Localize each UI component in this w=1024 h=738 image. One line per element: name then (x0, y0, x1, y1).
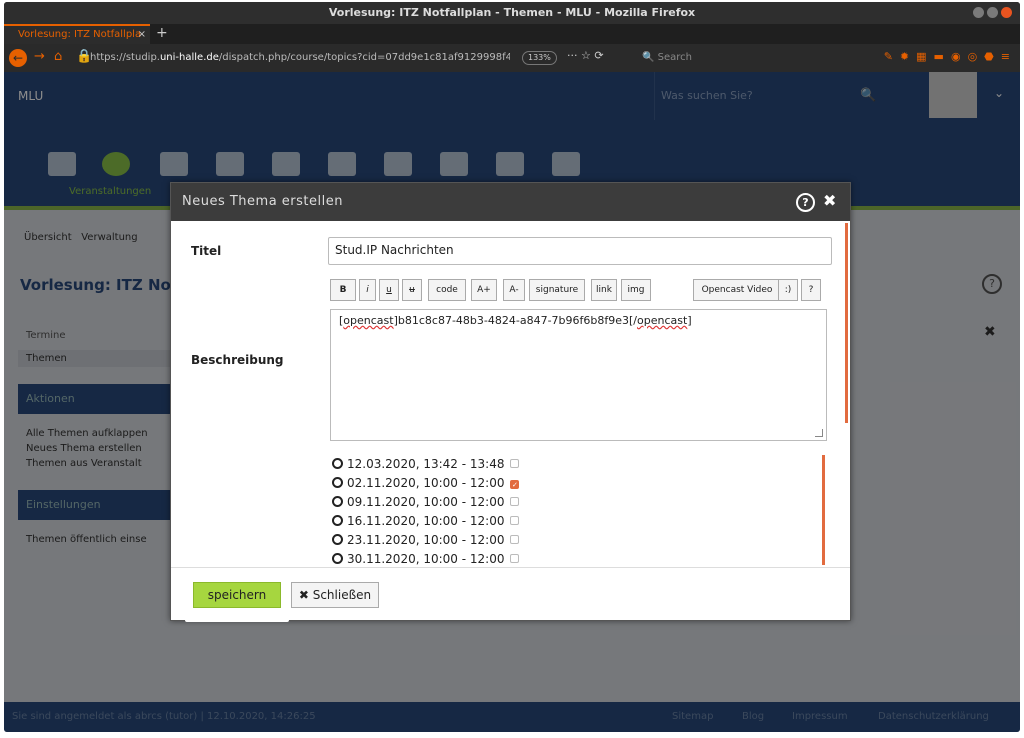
addon-icon[interactable]: ◎ (968, 50, 978, 63)
toolbar-button[interactable]: ? (801, 279, 821, 301)
clock-icon (332, 534, 343, 545)
date-label: 23.11.2020, 10:00 - 12:00 (347, 533, 505, 547)
date-checkbox[interactable] (510, 459, 520, 468)
forward-icon[interactable]: → (34, 49, 45, 64)
resize-handle[interactable] (815, 429, 823, 437)
maximize-button[interactable] (987, 7, 998, 18)
url-field[interactable]: https://studip.uni-halle.de/dispatch.php… (90, 49, 510, 67)
navigation-bar: ← → ⌂ 🔒 https://studip.uni-halle.de/disp… (4, 44, 1020, 72)
scrollbar[interactable] (845, 223, 848, 423)
addon-icons: ✎ ✹ ▦ ▬ ◉ ◎ ⬣ ≡ (884, 50, 1010, 63)
desc-tag-open: opencast (343, 314, 394, 327)
date-list: 12.03.2020, 13:42 - 13:48 02.11.2020, 10:… (330, 455, 830, 567)
date-checkbox[interactable]: ✓ (510, 480, 520, 489)
menu-icon[interactable]: ≡ (1001, 50, 1010, 63)
toolbar-button[interactable]: img (621, 279, 651, 301)
dialog-title: Neues Thema erstellen (171, 183, 850, 221)
date-row[interactable]: 23.11.2020, 10:00 - 12:00 (330, 531, 830, 550)
window-close-button[interactable] (1001, 7, 1012, 18)
date-row[interactable]: 12.03.2020, 13:42 - 13:48 (330, 455, 830, 474)
close-button-label: Schließen (312, 588, 372, 602)
titel-label: Titel (191, 244, 222, 258)
tab-label: Vorlesung: ITZ Notfallpla (18, 29, 142, 40)
date-checkbox[interactable] (510, 535, 520, 544)
tab-close-icon[interactable]: × (138, 26, 146, 43)
date-row[interactable]: 02.11.2020, 10:00 - 12:00 ✓ (330, 474, 830, 493)
adblock-icon[interactable]: ⬣ (984, 50, 994, 63)
toolbar-button[interactable]: code (428, 279, 466, 301)
toolbar-button[interactable]: A+ (471, 279, 497, 301)
date-label: 09.11.2020, 10:00 - 12:00 (347, 495, 505, 509)
home-icon[interactable]: ⌂ (54, 49, 62, 64)
tab-bar: Vorlesung: ITZ Notfallpla × + (4, 24, 1020, 44)
clock-icon (332, 496, 343, 507)
date-label: 12.03.2020, 13:42 - 13:48 (347, 457, 505, 471)
new-tab-button[interactable]: + (156, 24, 168, 42)
clock-icon (332, 477, 343, 488)
minimize-button[interactable] (973, 7, 984, 18)
date-checkbox[interactable] (510, 516, 520, 525)
date-label: 02.11.2020, 10:00 - 12:00 (347, 476, 505, 490)
close-icon[interactable]: ✖ (823, 191, 836, 210)
addon-icon[interactable]: ✹ (900, 50, 909, 63)
window-title: Vorlesung: ITZ Notfallplan - Themen - ML… (328, 6, 696, 19)
back-button[interactable]: ← (9, 49, 27, 67)
toolbar-button[interactable]: u (379, 279, 399, 301)
save-button[interactable]: speichern (193, 582, 281, 608)
close-icon: ✖ (298, 588, 313, 602)
addon-icon[interactable]: ◉ (951, 50, 961, 63)
toolbar-button[interactable]: Opencast Video (693, 279, 781, 301)
date-row[interactable]: 16.11.2020, 10:00 - 12:00 (330, 512, 830, 531)
date-checkbox[interactable] (510, 554, 520, 563)
date-list-scrollbar[interactable] (822, 455, 825, 565)
toolbar-button[interactable]: u (402, 279, 422, 301)
clock-icon (332, 458, 343, 469)
date-label: 16.11.2020, 10:00 - 12:00 (347, 514, 505, 528)
toolbar-button[interactable]: B (330, 279, 356, 301)
date-row[interactable]: 30.11.2020, 10:00 - 12:00 (330, 550, 830, 567)
dialog-footer: speichern ✖ Schließen (171, 567, 850, 622)
desc-tag-close: opencast (637, 314, 688, 327)
date-row[interactable]: 09.11.2020, 10:00 - 12:00 (330, 493, 830, 512)
date-label: 30.11.2020, 10:00 - 12:00 (347, 552, 505, 566)
toolbar-button[interactable]: A- (503, 279, 525, 301)
description-textarea[interactable]: [opencast]b81c8c87-48b3-4824-a847-7b96f6… (330, 309, 827, 441)
desc-body: ]b81c8c87-48b3-4824-a847-7b96f6b8f9e3[/ (393, 314, 638, 327)
clock-icon (332, 515, 343, 526)
search-input[interactable]: 🔍 Search (642, 49, 822, 67)
help-icon[interactable]: ? (796, 193, 815, 212)
addon-icon[interactable]: ▬ (934, 50, 944, 63)
addon-icon[interactable]: ✎ (884, 50, 893, 63)
window-titlebar: Vorlesung: ITZ Notfallplan - Themen - ML… (4, 2, 1020, 24)
browser-tab[interactable]: Vorlesung: ITZ Notfallpla × (4, 24, 150, 44)
toolbar-button[interactable]: signature (529, 279, 585, 301)
window-controls (973, 7, 1012, 18)
desc-bracket-close: ] (687, 314, 692, 327)
zoom-level[interactable]: 133% (522, 51, 557, 65)
browser-window: Vorlesung: ITZ Notfallplan - Themen - ML… (4, 2, 1020, 732)
addon-icon[interactable]: ▦ (916, 50, 926, 63)
page-actions-icon[interactable]: ··· ☆ ⟳ (567, 49, 604, 62)
close-button[interactable]: ✖ Schließen (291, 582, 379, 608)
toolbar-button[interactable]: i (359, 279, 376, 301)
new-topic-dialog: Neues Thema erstellen ? ✖ Titel Stud.IP … (170, 182, 851, 622)
date-checkbox[interactable] (510, 497, 520, 506)
toolbar-button[interactable]: :) (778, 279, 798, 301)
toolbar-button[interactable]: link (591, 279, 617, 301)
beschreibung-label: Beschreibung (191, 353, 284, 367)
clock-icon (332, 553, 343, 564)
title-field[interactable]: Stud.IP Nachrichten (328, 237, 832, 265)
